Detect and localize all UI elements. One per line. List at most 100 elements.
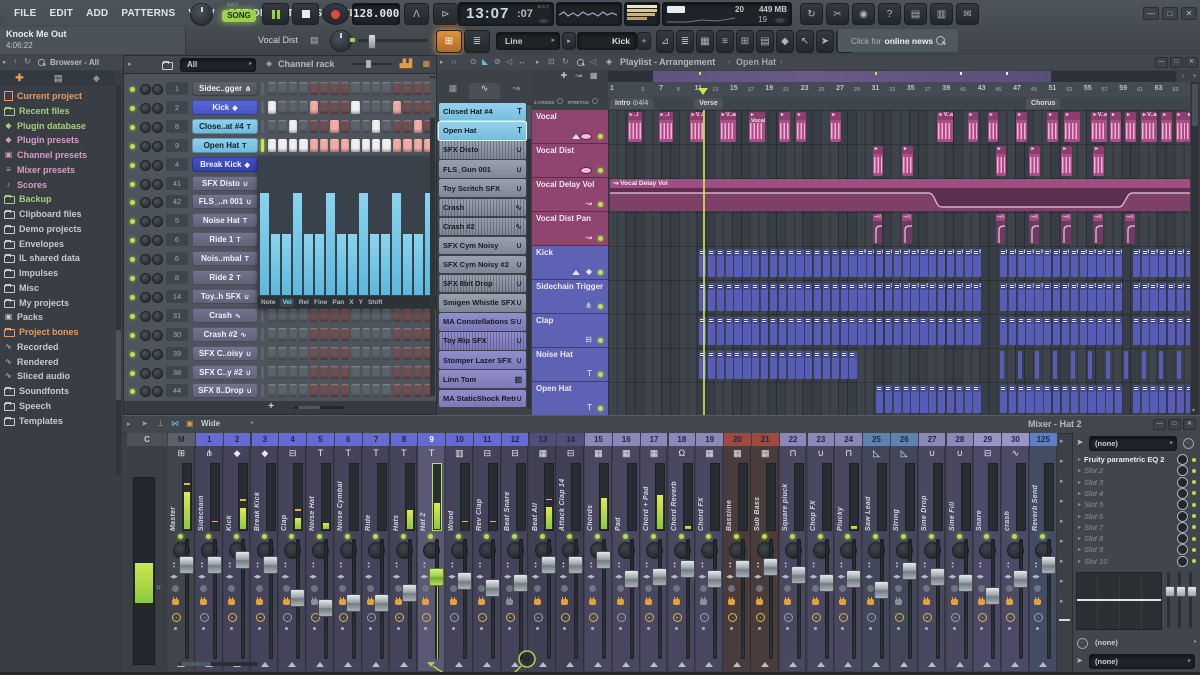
browser-item-impulses[interactable]: Impulses [4,266,118,280]
strip-fader-handle[interactable] [735,559,751,578]
slot-enable-led[interactable] [1192,491,1196,496]
strip-enable-led[interactable] [956,534,962,539]
step-14[interactable] [403,119,412,133]
aux-knob[interactable] [950,585,958,592]
strip-clock-icon[interactable] [172,613,181,622]
pattern-clip-kick[interactable]: K.. [1141,249,1149,277]
eq-preview[interactable] [1076,572,1162,630]
step-13[interactable] [392,138,402,152]
fx-output-select[interactable]: (none) ▸ [1089,654,1195,669]
channel-volume-knob[interactable] [152,235,163,247]
strip-fader-track[interactable] [491,539,495,659]
slot-enable-led[interactable] [1192,468,1196,473]
step-5[interactable] [309,327,318,341]
audio-clip-vocal[interactable]: ▸ [872,146,884,176]
pattern-clip-clap[interactable] [920,317,928,345]
play-button[interactable] [262,3,289,25]
step-12[interactable] [382,82,391,95]
aux-knob[interactable] [533,585,541,592]
automation-clip-vocal-dist-pan[interactable]: ↝V.. [872,214,883,244]
step-2[interactable] [278,346,287,360]
strip-enable-led[interactable] [706,534,712,539]
channel-volume-knob[interactable] [152,254,163,266]
route-to-master-icon[interactable] [538,662,547,667]
browser-item-clipboard-files[interactable]: Clipboard files [4,207,118,221]
pattern-clip-open_hat[interactable] [902,385,910,413]
audio-clip-vocal[interactable]: ▸ [779,112,790,142]
channel-mute-led[interactable] [130,124,135,130]
step-10[interactable] [361,365,370,379]
mixer-strip-clap[interactable]: 4 ⊟ Clap ▲ ▼ ◀▶ [279,433,306,671]
channel-number[interactable]: 5 [166,214,188,228]
fx-enable-plug-icon[interactable] [561,597,569,605]
route-to-master-icon[interactable] [566,662,575,667]
velocity-bar-10[interactable] [359,192,368,295]
channel-mute-led[interactable] [130,181,135,187]
fx-enable-plug-icon[interactable] [700,597,708,605]
menu-edit[interactable]: EDIT [49,8,73,19]
aux-knob[interactable] [311,585,319,592]
fx-enable-plug-icon[interactable] [505,597,513,605]
step-9[interactable] [351,327,360,341]
stereo-sep-icon[interactable]: ◀▶ [393,574,401,580]
pan-updown-icon[interactable]: ▲ ▼ [700,561,704,569]
pattern-clip-sidechain[interactable] [840,283,848,311]
pattern-clip-clap[interactable] [1008,317,1016,345]
stereo-sep-icon[interactable]: ◀▶ [448,574,456,580]
strip-fader-handle[interactable] [902,561,917,580]
fx-enable-plug-icon[interactable] [172,597,179,605]
route-to-master-icon[interactable] [816,662,825,667]
slot-arrow-icon[interactable]: ▸ [1078,479,1081,486]
browser-item-soundfonts[interactable]: Soundfonts [4,384,118,398]
picker-item-sfx-cym-noisy[interactable]: SFX Cym Noisy ∪ [439,236,526,255]
pattern-clip-sidechain[interactable]: Si.. [1106,283,1114,311]
fx-enable-plug-icon[interactable] [227,597,235,605]
strip-fader-handle[interactable] [1041,555,1056,574]
step-9[interactable] [351,346,360,360]
tab-automation-clips-icon[interactable]: ↝ [575,71,582,83]
stereo-sep-icon[interactable]: ◀▶ [865,574,873,580]
strip-clock-icon[interactable] [394,613,404,622]
channel-number[interactable]: 8 [166,271,188,284]
pan-updown-icon[interactable]: ▲ ▼ [367,561,371,569]
audio-clip-vocal[interactable]: ▸ [1064,112,1080,142]
channel-number[interactable]: 4 [166,157,188,171]
strip-number[interactable]: 15 [585,433,612,446]
pan-updown-icon[interactable]: ▲ ▼ [506,561,510,569]
minimap-next-button[interactable]: › [1178,71,1188,82]
channel-number[interactable]: 42 [166,195,188,209]
fx-enable-plug-icon[interactable] [1034,597,1041,605]
mixer-hscroll-thumb[interactable] [181,662,211,666]
step-8[interactable] [340,119,350,133]
pattern-clip-kick[interactable]: K.. [1097,249,1105,277]
track-led[interactable] [598,134,603,139]
pattern-clip-clap[interactable] [743,317,751,345]
strip-number[interactable]: 16 [613,433,640,446]
mic-icon[interactable]: ◉ [852,3,875,25]
step-2[interactable] [278,100,287,114]
step-6[interactable] [320,327,329,341]
audio-clip-vocal[interactable]: ▸ V..al [1091,112,1108,142]
stereo-sep-icon[interactable]: ◀▶ [837,574,845,580]
channel-number[interactable]: 1 [166,82,188,95]
mixer-strip-sine-fill[interactable]: 28 ∪ Sine Fill ▲ ▼ ◀▶ [946,433,974,671]
channel-button-kick[interactable]: Kick ◆ [192,99,258,115]
pattern-clip-sidechain[interactable]: Si.. [1053,283,1061,311]
step-5[interactable] [309,384,318,398]
step-1[interactable] [268,119,277,133]
audio-clip-vocal[interactable]: ▸ [1175,112,1186,142]
route-to-master-icon[interactable] [983,662,992,667]
strip-clock-icon[interactable] [589,613,599,622]
graph-tab-pan[interactable]: Pan [332,299,344,306]
browser-item-envelopes[interactable]: Envelopes [4,237,118,251]
dock-route-arrow[interactable]: ▸ [1060,457,1064,465]
strip-fader-handle[interactable] [429,568,445,587]
graph-tab-vel[interactable]: Vel [280,297,294,307]
eq-band-fader-track[interactable] [1167,572,1170,628]
slot-enable-led[interactable] [1192,480,1196,485]
channel-button-ride-1[interactable]: Ride 1T [192,232,258,248]
slot-enable-led[interactable] [1192,457,1196,462]
mixer-strip-ride[interactable]: 7 T Ride ▲ ▼ ◀▶ [362,433,390,671]
typing-keyboard-icon[interactable]: ≣ [676,30,694,53]
strip-enable-led[interactable] [845,534,851,539]
